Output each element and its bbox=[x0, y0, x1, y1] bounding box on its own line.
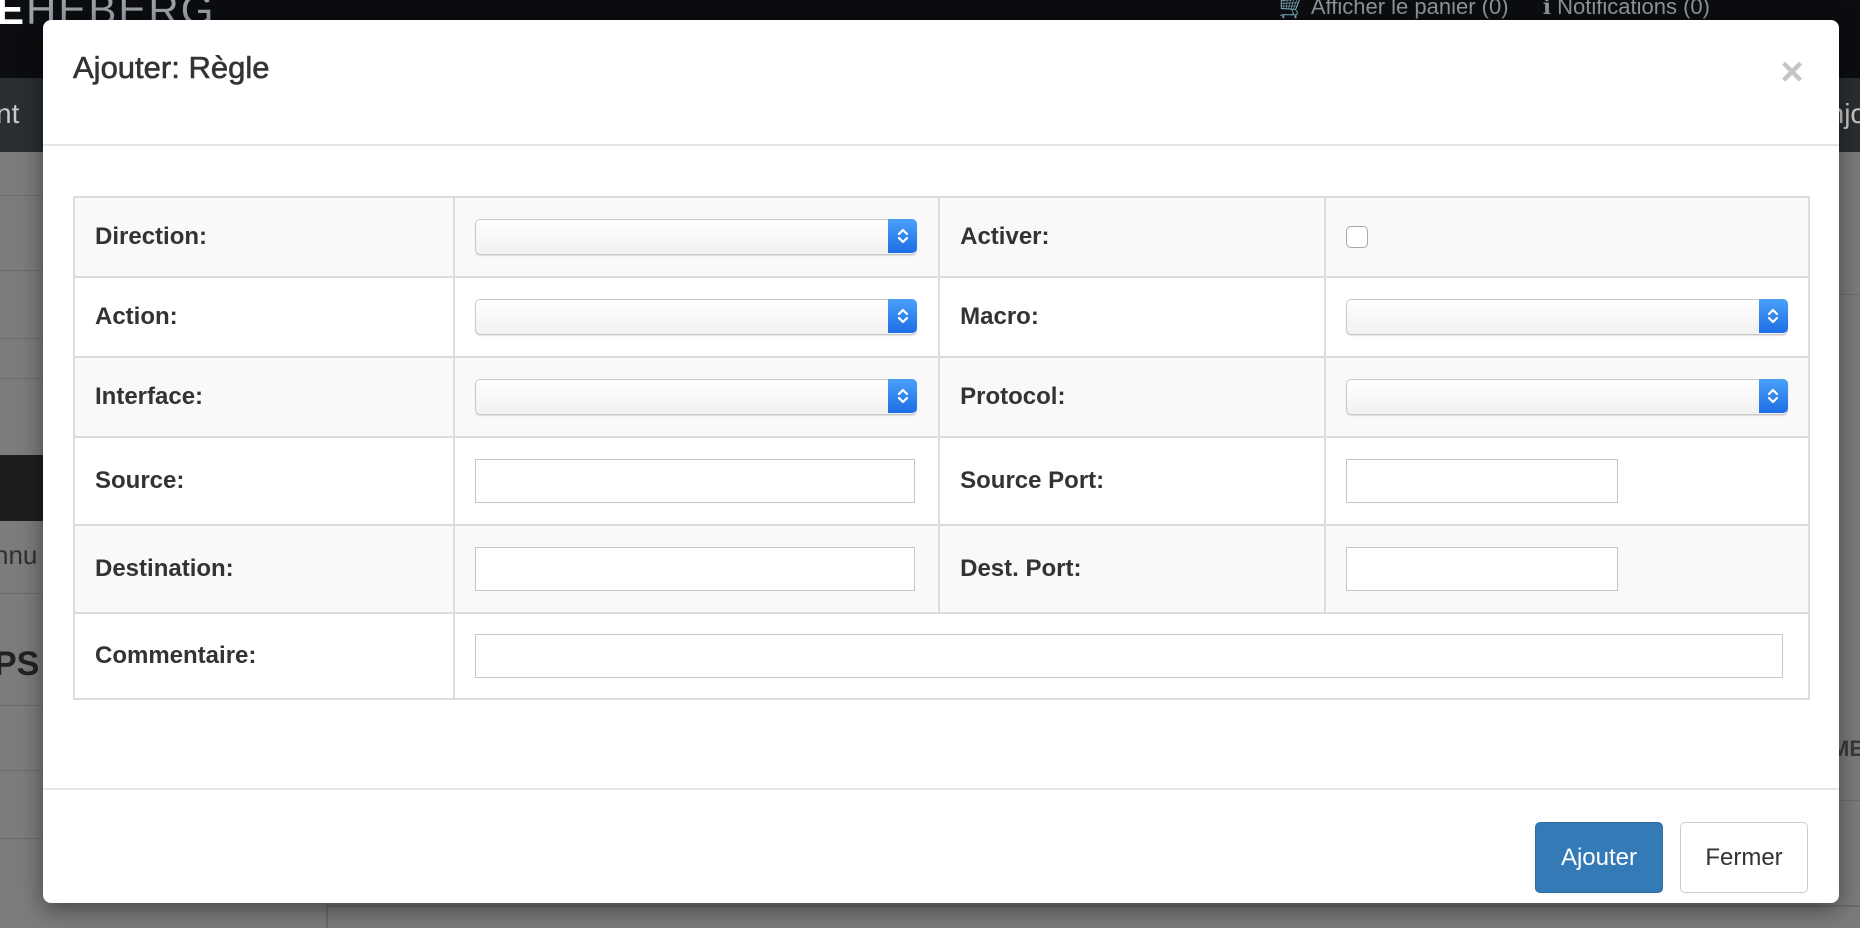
source-port-input[interactable] bbox=[1345, 459, 1618, 503]
background-nav-item: nt bbox=[0, 98, 20, 129]
table-row: Commentaire: bbox=[72, 612, 1810, 700]
source-port-label: Source Port: bbox=[938, 436, 1326, 526]
destination-label: Destination: bbox=[72, 524, 456, 614]
sidebar-text: nnu bbox=[0, 540, 38, 570]
interface-label: Interface: bbox=[72, 356, 456, 438]
modal-body: Direction: Activer: Action: Macro: Inter… bbox=[72, 196, 1811, 700]
macro-label: Macro: bbox=[938, 276, 1326, 358]
fermer-button[interactable]: Fermer bbox=[1680, 822, 1808, 893]
select-chevron-icon bbox=[888, 219, 918, 253]
action-select[interactable] bbox=[475, 299, 918, 335]
cart-link: 🛒 Afficher le panier (0) bbox=[1278, 0, 1509, 19]
dest-port-input[interactable] bbox=[1345, 547, 1618, 591]
action-label: Action: bbox=[72, 276, 456, 358]
rule-form-table: Direction: Activer: Action: Macro: Inter… bbox=[72, 196, 1811, 700]
direction-select[interactable] bbox=[475, 219, 918, 255]
modal-header: Ajouter: Règle × bbox=[43, 20, 1839, 146]
macro-select[interactable] bbox=[1345, 299, 1788, 335]
table-row: Destination: Dest. Port: bbox=[72, 524, 1811, 614]
notifications-link: ℹ Notifications (0) bbox=[1542, 0, 1710, 19]
select-chevron-icon bbox=[1758, 379, 1788, 413]
activer-label: Activer: bbox=[938, 196, 1326, 278]
select-chevron-icon bbox=[888, 379, 918, 413]
commentaire-label: Commentaire: bbox=[72, 612, 456, 700]
background-top-links: 🛒 Afficher le panier (0) ℹ Notifications… bbox=[1251, 0, 1710, 20]
close-icon[interactable]: × bbox=[1775, 50, 1809, 94]
activer-checkbox[interactable] bbox=[1345, 226, 1368, 248]
source-label: Source: bbox=[72, 436, 456, 526]
interface-select[interactable] bbox=[475, 379, 918, 415]
background-divider bbox=[326, 905, 1860, 907]
modal-title: Ajouter: Règle bbox=[73, 50, 270, 86]
destination-input[interactable] bbox=[475, 547, 916, 591]
dest-port-label: Dest. Port: bbox=[938, 524, 1326, 614]
sidebar-heading: PS bbox=[0, 645, 40, 683]
select-chevron-icon bbox=[888, 299, 918, 333]
table-row: Interface: Protocol: bbox=[72, 356, 1811, 438]
table-row: Source: Source Port: bbox=[72, 436, 1811, 526]
brand-bold: E bbox=[0, 0, 27, 33]
direction-label: Direction: bbox=[72, 196, 456, 278]
add-rule-modal: Ajouter: Règle × Direction: Activer: Act… bbox=[43, 20, 1839, 903]
table-row: Action: Macro: bbox=[72, 276, 1811, 358]
ajouter-button[interactable]: Ajouter bbox=[1535, 822, 1663, 893]
commentaire-input[interactable] bbox=[475, 634, 1784, 678]
select-chevron-icon bbox=[1758, 299, 1788, 333]
table-row: Direction: Activer: bbox=[72, 196, 1811, 278]
protocol-select[interactable] bbox=[1345, 379, 1788, 415]
modal-footer: Ajouter Fermer bbox=[43, 788, 1839, 905]
protocol-label: Protocol: bbox=[938, 356, 1326, 438]
source-input[interactable] bbox=[475, 459, 916, 503]
